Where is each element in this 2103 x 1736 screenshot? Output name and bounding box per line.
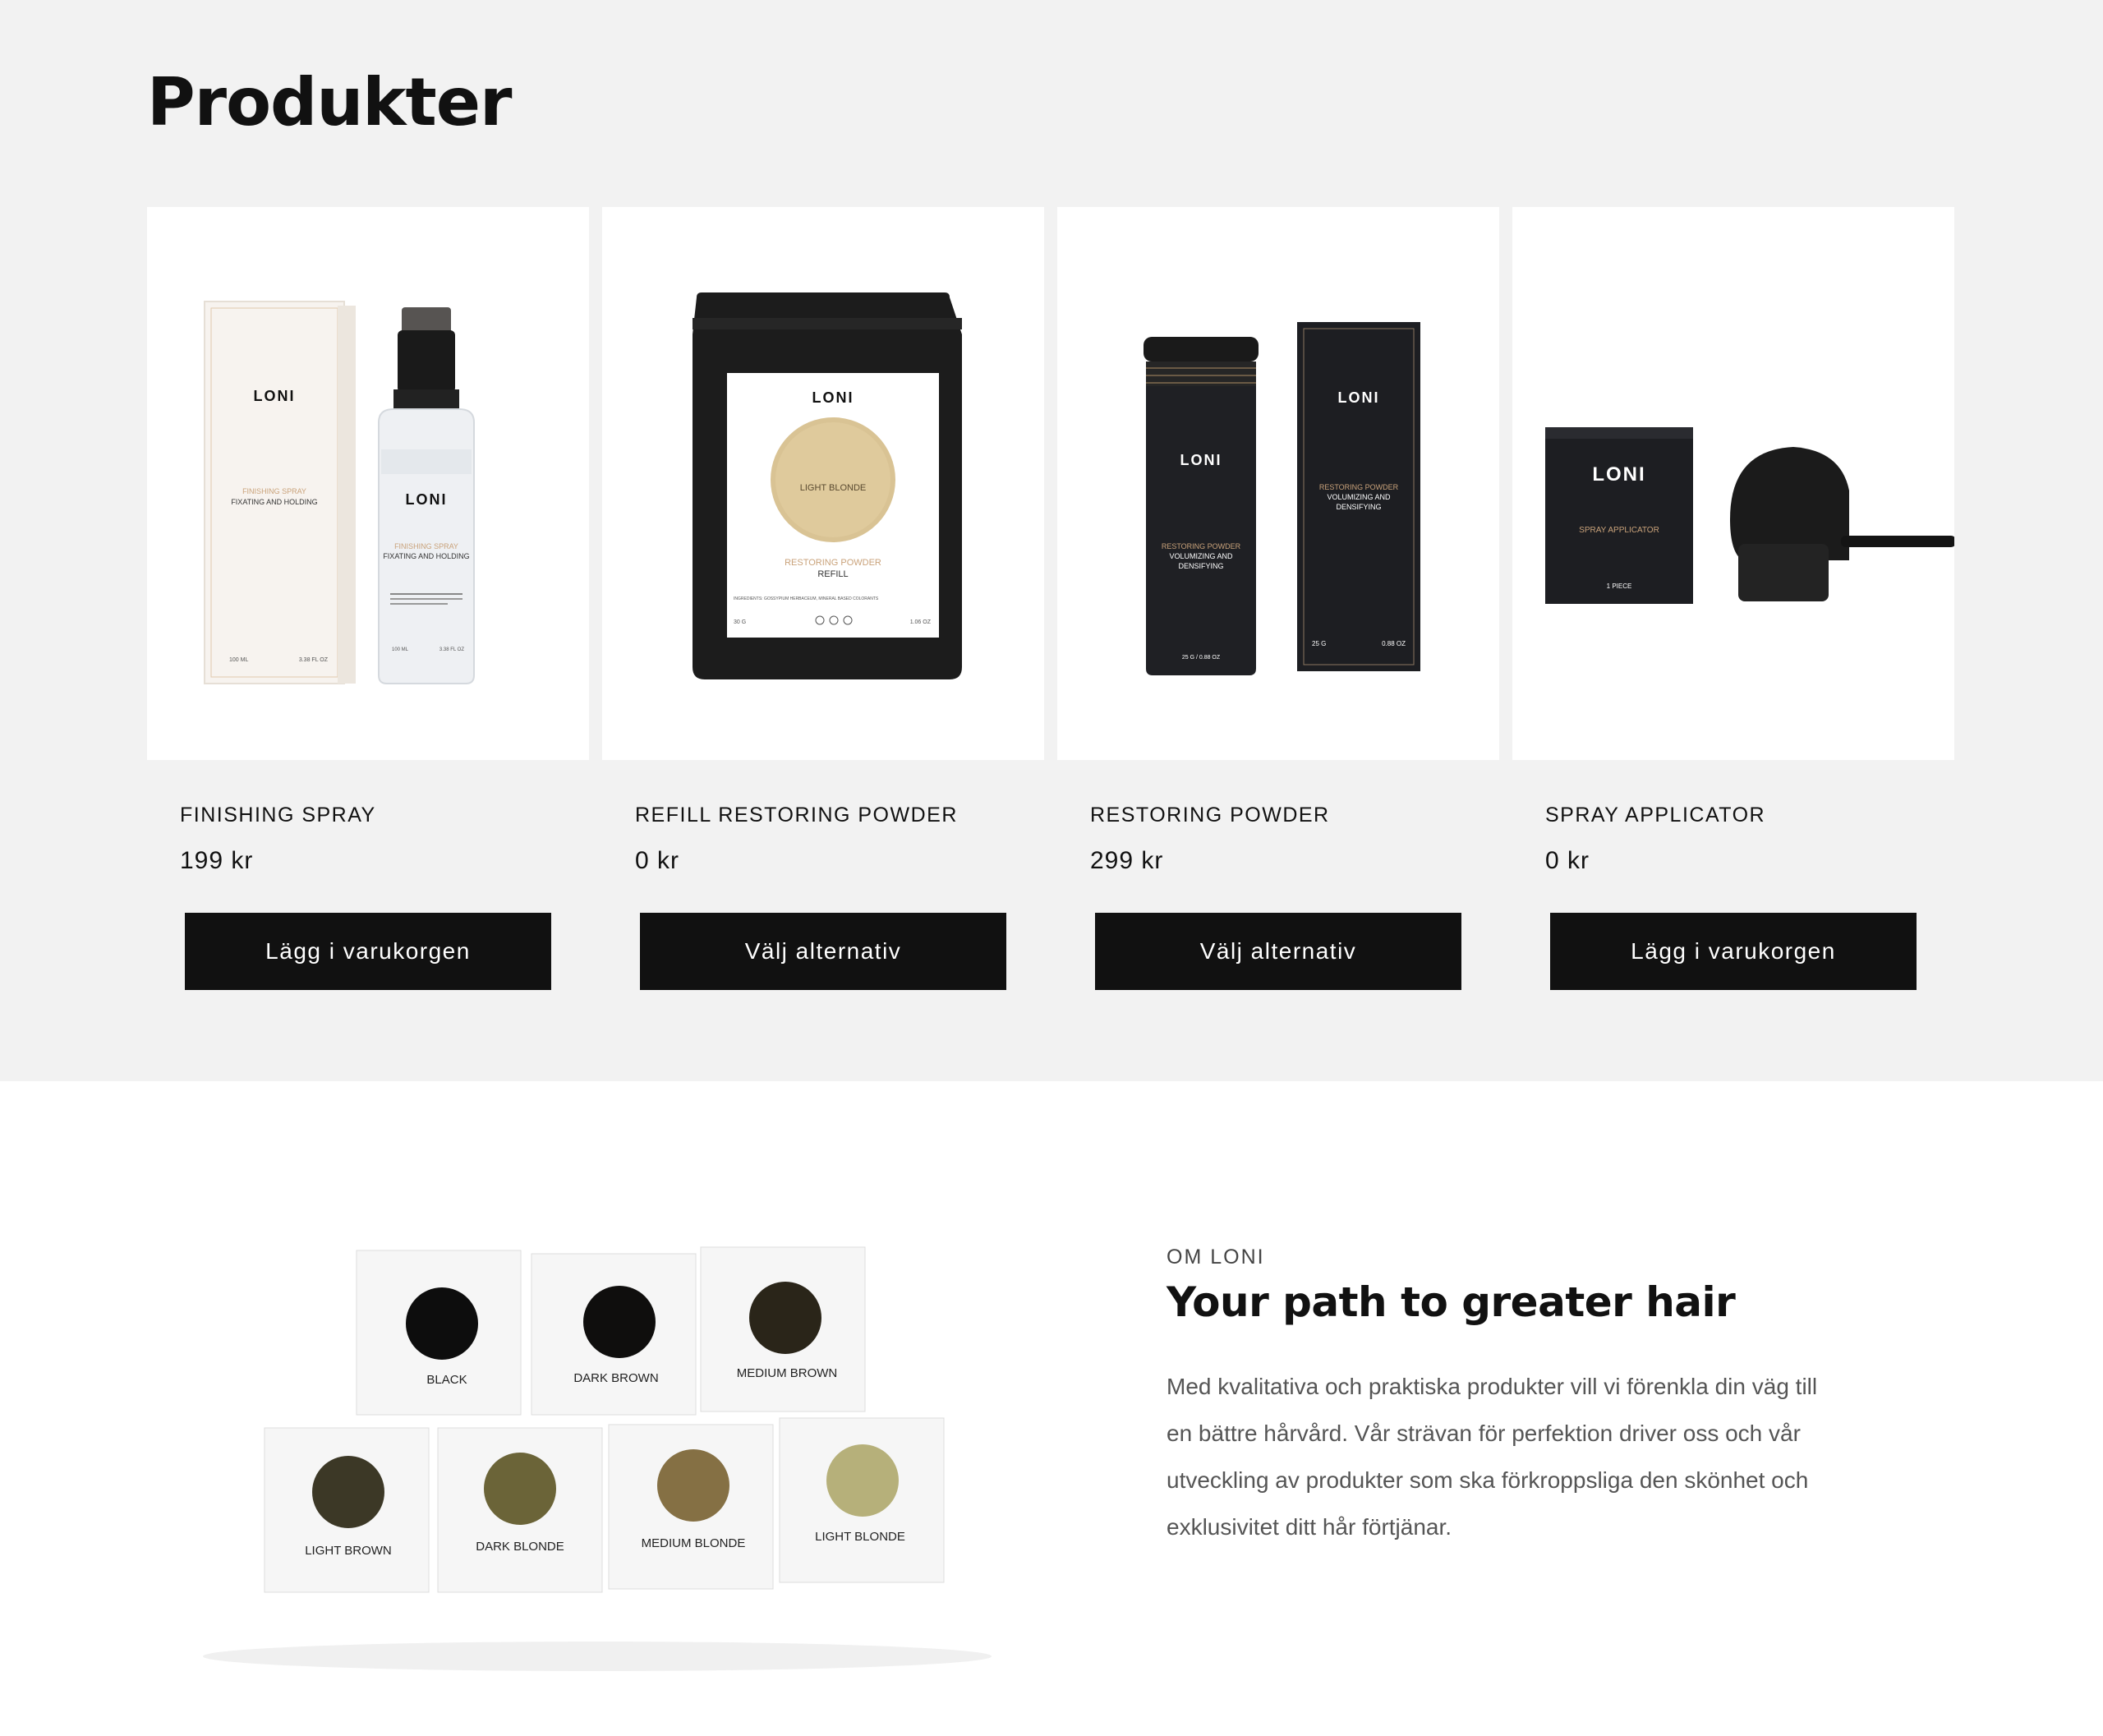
- product-card-refill-restoring-powder[interactable]: LONI LIGHT BLONDE RESTORING POWDER REFIL…: [602, 207, 1044, 990]
- spray-applicator-image: LONI SPRAY APPLICATOR 1 PIECE: [1545, 427, 1954, 604]
- choose-options-button[interactable]: Välj alternativ: [1095, 913, 1461, 990]
- product-name[interactable]: FINISHING SPRAY: [180, 804, 376, 827]
- refill-pouch-image: LONI LIGHT BLONDE RESTORING POWDER REFIL…: [693, 292, 962, 679]
- can-line3-text: DENSIFYING: [1178, 562, 1223, 570]
- product-image[interactable]: LONI LIGHT BLONDE RESTORING POWDER REFIL…: [602, 207, 1044, 760]
- shade-label: LIGHT BROWN: [305, 1544, 392, 1558]
- add-to-cart-button[interactable]: Lägg i varukorgen: [185, 913, 551, 990]
- box-line1-text: SPRAY APPLICATOR: [1579, 526, 1659, 535]
- shade-box-light-brown: LIGHT BROWN: [264, 1427, 430, 1593]
- can-line2-text: VOLUMIZING AND: [1169, 552, 1233, 560]
- product-price: 299 kr: [1090, 847, 1164, 874]
- box-grams-text: 25 G: [1312, 640, 1326, 647]
- pouch-ingredients-text: INGREDIENTS: GOSSYPIUM HERBACEUM, MINERA…: [734, 596, 879, 601]
- can-line1-text: RESTORING POWDER: [1162, 542, 1241, 550]
- about-eyebrow: OM LONI: [1167, 1246, 1265, 1269]
- box-ounces-text: 0.88 OZ: [1382, 640, 1406, 647]
- box-ml-text: 100 ML: [229, 657, 248, 663]
- pouch-ounces-text: 1.06 OZ: [910, 619, 932, 625]
- shade-label: MEDIUM BLONDE: [642, 1536, 746, 1550]
- about-heading: Your path to greater hair: [1167, 1278, 1736, 1326]
- shade-box-light-blonde: LIGHT BLONDE: [779, 1417, 945, 1583]
- product-name[interactable]: RESTORING POWDER: [1090, 804, 1330, 827]
- product-card-restoring-powder[interactable]: LONI RESTORING POWDER VOLUMIZING AND DEN…: [1057, 207, 1499, 990]
- shade-boxes-image: BLACK DARK BROWN MEDIUM BROWN LIGHT BROW…: [147, 1081, 1047, 1732]
- box-line2-text: FIXATING AND HOLDING: [231, 498, 317, 506]
- box-line2-text: VOLUMIZING AND: [1327, 493, 1391, 501]
- shade-box-dark-brown: DARK BROWN: [531, 1253, 697, 1416]
- shade-box-dark-blonde: DARK BLONDE: [437, 1427, 603, 1593]
- add-to-cart-button[interactable]: Lägg i varukorgen: [1550, 913, 1917, 990]
- bottle-ml-text: 100 ML: [392, 647, 409, 652]
- box-brand-text: LONI: [254, 388, 296, 404]
- finishing-spray-image: LONI FINISHING SPRAY FIXATING AND HOLDIN…: [204, 301, 475, 684]
- product-price: 0 kr: [635, 847, 680, 874]
- bottle-brand-text: LONI: [406, 491, 448, 508]
- shade-label: LIGHT BLONDE: [815, 1530, 905, 1544]
- about-body: Med kvalitativa och praktiska produkter …: [1167, 1374, 1818, 1540]
- pouch-brand-text: LONI: [812, 389, 854, 406]
- product-name[interactable]: REFILL RESTORING POWDER: [635, 804, 958, 827]
- shade-box-medium-blonde: MEDIUM BLONDE: [608, 1424, 774, 1590]
- product-card-finishing-spray[interactable]: LONI FINISHING SPRAY FIXATING AND HOLDIN…: [147, 207, 589, 990]
- shade-box-medium-brown: MEDIUM BROWN: [700, 1246, 866, 1412]
- shade-boxes-illustration: BLACK DARK BROWN MEDIUM BROWN LIGHT BROW…: [203, 1246, 992, 1671]
- product-image[interactable]: LONI RESTORING POWDER VOLUMIZING AND DEN…: [1057, 207, 1499, 760]
- pouch-grams-text: 30 G: [734, 619, 746, 625]
- product-name[interactable]: SPRAY APPLICATOR: [1545, 804, 1765, 827]
- bottle-oz-text: 3.38 FL OZ: [439, 647, 464, 652]
- box-line1-text: RESTORING POWDER: [1319, 483, 1399, 491]
- section-title: Produkter: [147, 64, 512, 140]
- box-brand-text: LONI: [1592, 463, 1645, 486]
- bottle-line1-text: FINISHING SPRAY: [394, 542, 458, 550]
- product-image[interactable]: LONI SPRAY APPLICATOR 1 PIECE: [1512, 207, 1954, 760]
- box-pieces-text: 1 PIECE: [1607, 583, 1632, 590]
- shade-label: DARK BLONDE: [476, 1540, 564, 1554]
- product-price: 0 kr: [1545, 847, 1590, 874]
- products-section: Produkter LONI FINISHING SPRAY FIXATING …: [0, 0, 2103, 1081]
- shade-label: MEDIUM BROWN: [737, 1366, 838, 1380]
- shade-label: DARK BROWN: [573, 1371, 658, 1385]
- product-price: 199 kr: [180, 847, 254, 874]
- product-image[interactable]: LONI FINISHING SPRAY FIXATING AND HOLDIN…: [147, 207, 589, 760]
- restoring-powder-image: LONI RESTORING POWDER VOLUMIZING AND DEN…: [1144, 322, 1420, 675]
- pouch-line1-text: RESTORING POWDER: [785, 558, 881, 568]
- can-brand-text: LONI: [1180, 452, 1222, 468]
- pouch-shade-text: LIGHT BLONDE: [800, 483, 867, 493]
- product-card-spray-applicator[interactable]: LONI SPRAY APPLICATOR 1 PIECE SPRAY APPL…: [1512, 207, 1954, 990]
- box-brand-text: LONI: [1338, 389, 1380, 406]
- choose-options-button[interactable]: Välj alternativ: [640, 913, 1006, 990]
- shade-box-black: BLACK: [356, 1250, 522, 1416]
- box-line1-text: FINISHING SPRAY: [242, 487, 306, 495]
- can-weight-text: 25 G / 0.88 OZ: [1182, 655, 1221, 661]
- box-line3-text: DENSIFYING: [1336, 503, 1381, 511]
- shade-label: BLACK: [426, 1373, 467, 1387]
- pouch-line2-text: REFILL: [817, 569, 848, 579]
- bottle-line2-text: FIXATING AND HOLDING: [383, 552, 469, 560]
- box-oz-text: 3.38 FL OZ: [299, 657, 329, 663]
